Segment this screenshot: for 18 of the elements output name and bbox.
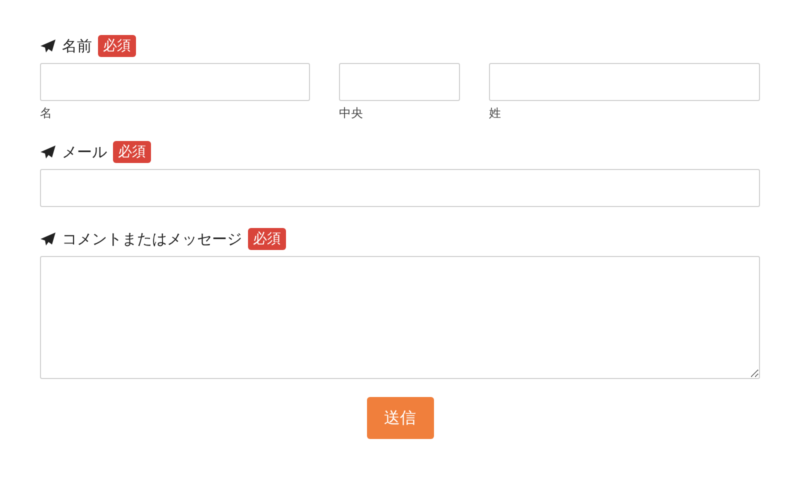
input-caption: 姓 [489, 105, 502, 122]
required-badge: 必須 [98, 35, 136, 57]
input-caption: 名 [40, 105, 53, 122]
required-badge: 必須 [248, 228, 286, 250]
field-label: 名前 [62, 36, 92, 57]
paper-plane-icon [40, 145, 56, 159]
field-label: コメントまたはメッセージ [62, 228, 242, 250]
email-input[interactable] [40, 169, 760, 207]
message-textarea[interactable] [40, 256, 760, 379]
paper-plane-icon [40, 39, 56, 53]
input-caption: 中央 [339, 105, 364, 122]
field-label: メール [62, 142, 107, 163]
submit-button[interactable]: 送信 [366, 397, 434, 439]
paper-plane-icon [40, 232, 56, 246]
name-input[interactable] [40, 63, 310, 101]
required-badge: 必須 [113, 141, 151, 163]
name-input[interactable] [339, 63, 460, 101]
name-input[interactable] [489, 63, 760, 101]
